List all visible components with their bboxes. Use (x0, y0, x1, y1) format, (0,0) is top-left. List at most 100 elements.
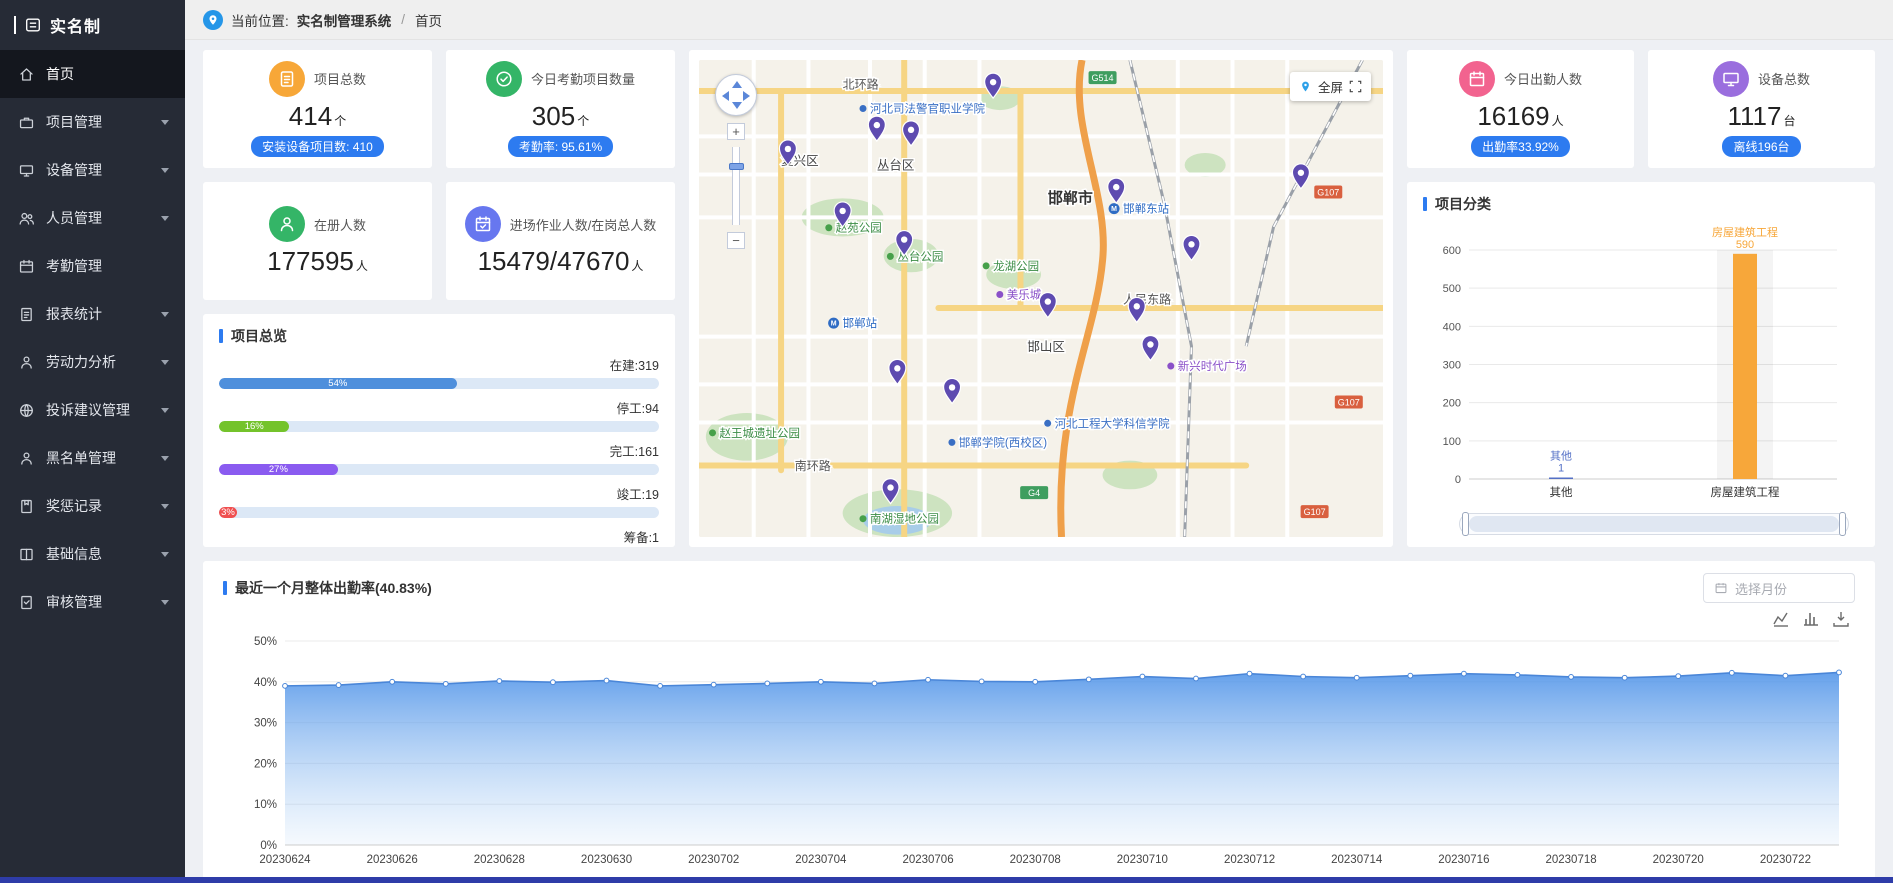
overview-bar-fill: 54% (219, 378, 457, 389)
pan-up-icon[interactable] (732, 81, 742, 88)
sidebar-item-label: 报表统计 (46, 304, 102, 324)
svg-text:20230704: 20230704 (795, 854, 847, 866)
chart-zoom-slider[interactable] (1459, 513, 1849, 535)
title-accent-bar (1423, 197, 1427, 211)
sidebar-item[interactable]: 奖惩记录 (0, 482, 185, 530)
stat-title: 今日出勤人数 (1504, 69, 1582, 88)
attendance-chart: 0%10%20%30%40%50%20230624202306262023062… (223, 633, 1855, 871)
svg-text:20230720: 20230720 (1653, 854, 1704, 866)
map[interactable]: 北环路人民东路南环路复兴区丛台区邯山区邯郸市赵苑公园丛台公园龙湖公园赵王城遗址公… (699, 60, 1383, 537)
chevron-down-icon (161, 168, 169, 173)
check-circle-icon (486, 61, 522, 97)
stat-value: 305个 (532, 102, 589, 131)
attendance-header: 最近一个月整体出勤率(40.83%) 选择月份 (223, 573, 1855, 603)
left-stat-cards: 项目总数414个安装设备项目数: 410今日考勤项目数量305个考勤率: 95.… (203, 50, 675, 300)
map-park-label: 南湖湿地公园 (870, 512, 939, 526)
chevron-down-icon (161, 120, 169, 125)
breadcrumb-prefix: 当前位置: (231, 10, 289, 30)
svg-text:20230722: 20230722 (1760, 854, 1811, 866)
sidebar-item[interactable]: 考勤管理 (0, 242, 185, 290)
map-road-label: 北环路 (843, 77, 879, 92)
user-icon (269, 206, 305, 242)
svg-text:50%: 50% (254, 636, 277, 648)
sidebar-item[interactable]: 审核管理 (0, 578, 185, 626)
zoom-slider-range[interactable] (1469, 516, 1839, 532)
zoom-slider-handle[interactable] (729, 163, 744, 170)
sidebar-item-label: 首页 (46, 64, 74, 84)
svg-text:1: 1 (1558, 463, 1564, 475)
sidebar-item[interactable]: 报表统计 (0, 290, 185, 338)
stat-card: 在册人数177595人 (203, 182, 432, 300)
breadcrumb-current[interactable]: 首页 (415, 10, 442, 30)
overview-bar-fill: 16% (219, 421, 289, 432)
map-school-label: 河北工程大学科信学院 (1055, 416, 1170, 430)
line-chart-toggle-icon[interactable] (1773, 611, 1789, 627)
stat-card: 项目总数414个安装设备项目数: 410 (203, 50, 432, 168)
project-overview-panel: 项目总览 在建:31954%停工:9416%完工:16127%竣工:193%筹备… (203, 314, 675, 547)
download-icon[interactable] (1833, 611, 1849, 627)
map-park-label: 龙湖公园 (993, 259, 1039, 273)
calendar-check-icon (465, 206, 501, 242)
content: 项目总数414个安装设备项目数: 410今日考勤项目数量305个考勤率: 95.… (185, 40, 1893, 883)
app-title: 实名制 (50, 13, 101, 37)
map-station-label: 邯郸站 (843, 316, 878, 330)
attendance-title: 最近一个月整体出勤率(40.83%) (223, 578, 432, 598)
breadcrumb-system[interactable]: 实名制管理系统 (297, 10, 392, 30)
overview-row: 在建:31954% (219, 355, 659, 389)
sidebar-item[interactable]: 劳动力分析 (0, 338, 185, 386)
chevron-down-icon (161, 216, 169, 221)
zoom-out-button[interactable]: − (727, 232, 745, 249)
stat-card: 今日考勤项目数量305个考勤率: 95.61% (446, 50, 675, 168)
sidebar-item[interactable]: 设备管理 (0, 146, 185, 194)
project-category-chart: 0100200300400500600其他1其他房屋建筑工程590房屋建筑工程 (1423, 214, 1859, 509)
sidebar-item[interactable]: 项目管理 (0, 98, 185, 146)
chevron-down-icon (161, 456, 169, 461)
project-icon (18, 114, 35, 131)
zoom-in-button[interactable]: + (727, 123, 745, 140)
sidebar-item[interactable]: 人员管理 (0, 194, 185, 242)
pan-right-icon[interactable] (743, 91, 750, 101)
zoom-slider-right-handle[interactable] (1839, 512, 1846, 536)
sidebar-item[interactable]: 首页 (0, 50, 185, 98)
title-accent-bar (219, 329, 223, 343)
svg-text:20%: 20% (254, 758, 277, 770)
month-picker[interactable]: 选择月份 (1703, 573, 1855, 603)
map-poi-label: 美乐城 (1007, 288, 1042, 302)
pan-left-icon[interactable] (722, 91, 729, 101)
top-section: 项目总数414个安装设备项目数: 410今日考勤项目数量305个考勤率: 95.… (203, 50, 1875, 547)
svg-text:40%: 40% (254, 677, 277, 689)
stat-badge: 出勤率33.92% (1471, 136, 1570, 157)
zoom-slider-left-handle[interactable] (1462, 512, 1469, 536)
overview-rows: 在建:31954%停工:9416%完工:16127%竣工:193%筹备:10% (219, 355, 659, 547)
sidebar-item[interactable]: 基础信息 (0, 530, 185, 578)
fullscreen-button[interactable]: 全屏 (1290, 72, 1371, 101)
chevron-down-icon (161, 408, 169, 413)
map-zoom-control: + − (715, 74, 757, 249)
month-picker-placeholder: 选择月份 (1735, 579, 1787, 598)
sidebar-item-label: 黑名单管理 (46, 448, 116, 468)
baseinfo-icon (18, 546, 35, 563)
breadcrumb-separator: / (401, 12, 405, 27)
svg-text:20230628: 20230628 (474, 854, 525, 866)
app-logo: 实名制 (0, 0, 185, 50)
bar-chart-toggle-icon[interactable] (1803, 611, 1819, 627)
svg-text:600: 600 (1443, 245, 1461, 257)
overview-label: 完工:161 (219, 441, 659, 460)
svg-text:房屋建筑工程: 房屋建筑工程 (1711, 485, 1780, 499)
left-column: 项目总数414个安装设备项目数: 410今日考勤项目数量305个考勤率: 95.… (203, 50, 675, 547)
chevron-down-icon (161, 360, 169, 365)
stat-title: 设备总数 (1758, 69, 1810, 88)
chevron-down-icon (161, 552, 169, 557)
zoom-slider[interactable] (732, 147, 740, 225)
stat-card: 设备总数1117台离线196台 (1648, 50, 1875, 168)
sidebar-item[interactable]: 黑名单管理 (0, 434, 185, 482)
device-icon (18, 162, 35, 179)
stat-badge: 安装设备项目数: 410 (251, 136, 384, 157)
pan-down-icon[interactable] (732, 102, 742, 109)
map-pan-compass[interactable] (715, 74, 757, 116)
svg-text:M: M (1111, 206, 1117, 213)
sidebar-item[interactable]: 投诉建议管理 (0, 386, 185, 434)
map-panel: 北环路人民东路南环路复兴区丛台区邯山区邯郸市赵苑公园丛台公园龙湖公园赵王城遗址公… (689, 50, 1393, 547)
stat-title: 项目总数 (314, 69, 366, 88)
logo-accent (14, 16, 16, 34)
